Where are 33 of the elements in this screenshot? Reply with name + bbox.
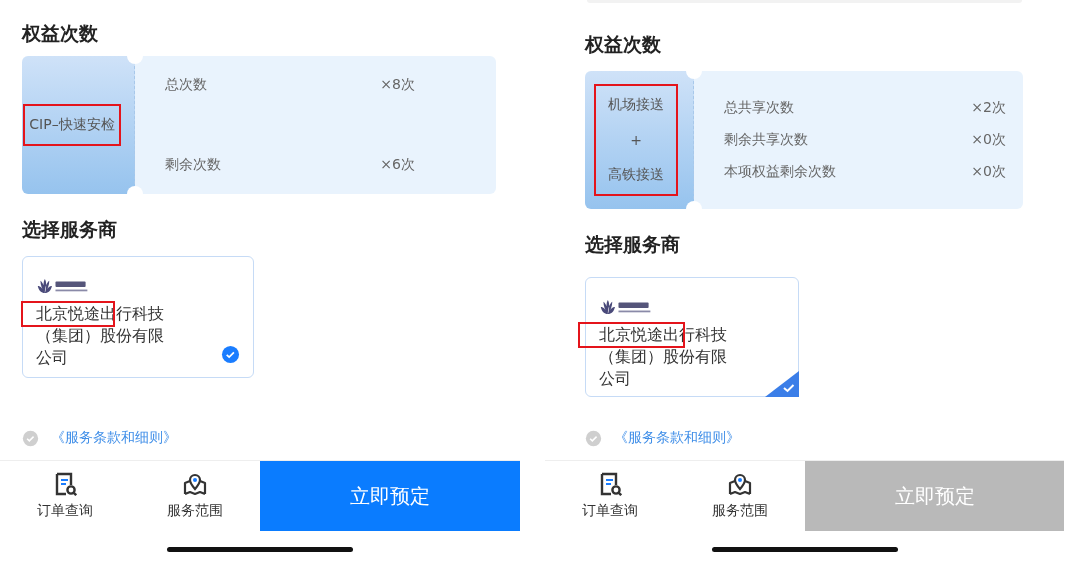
document-search-icon bbox=[53, 472, 77, 496]
section-title: 权益次数 bbox=[585, 32, 661, 57]
section-title: 选择服务商 bbox=[585, 232, 680, 257]
check-icon bbox=[221, 345, 240, 364]
section-title: 权益次数 bbox=[22, 21, 98, 46]
benefit-name: CIP–快速安检 bbox=[29, 116, 115, 134]
map-pin-icon bbox=[183, 472, 207, 496]
count-value: ×0次 bbox=[971, 163, 1006, 181]
count-value: ×0次 bbox=[971, 131, 1006, 149]
benefit-name: 高铁接送 bbox=[608, 166, 664, 184]
count-label: 剩余次数 bbox=[165, 156, 221, 174]
count-label: 总次数 bbox=[165, 76, 207, 94]
count-value: ×6次 bbox=[380, 156, 415, 174]
section-title: 选择服务商 bbox=[22, 217, 117, 242]
nav-item[interactable]: 订单查询 bbox=[0, 461, 130, 531]
benefit-name: + bbox=[630, 132, 642, 148]
checkbox-icon[interactable] bbox=[22, 429, 39, 447]
count-label: 总共享次数 bbox=[724, 99, 794, 117]
check-icon bbox=[765, 371, 799, 397]
count-value: ×2次 bbox=[971, 99, 1006, 117]
count-label: 剩余共享次数 bbox=[724, 131, 808, 149]
terms-link[interactable]: 《服务条款和细则》 bbox=[614, 429, 740, 447]
nav-item[interactable]: 服务范围 bbox=[130, 461, 260, 531]
nav-item[interactable]: 订单查询 bbox=[545, 461, 675, 531]
benefit-name: 机场接送 bbox=[608, 96, 664, 114]
count-value: ×8次 bbox=[380, 76, 415, 94]
document-search-icon bbox=[598, 472, 622, 496]
count-label: 本项权益剩余次数 bbox=[724, 163, 836, 181]
nav-item[interactable]: 服务范围 bbox=[675, 461, 805, 531]
terms-link[interactable]: 《服务条款和细则》 bbox=[51, 429, 177, 447]
book-button[interactable]: 立即预定 bbox=[260, 461, 520, 531]
checkbox-icon[interactable] bbox=[585, 429, 602, 447]
map-pin-icon bbox=[728, 472, 752, 496]
